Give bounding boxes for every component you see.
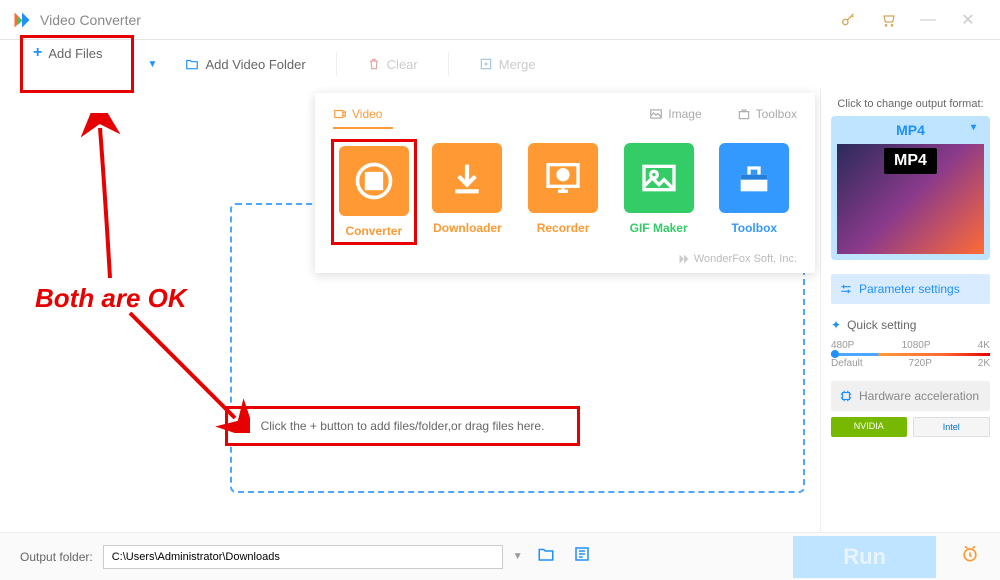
image-icon [649, 107, 663, 121]
nvidia-badge: NVIDIA [831, 417, 907, 437]
plus-icon: + [33, 44, 42, 62]
format-name: MP4 [837, 122, 984, 138]
merge-icon [479, 57, 493, 71]
tool-gif-maker[interactable]: GIF Maker [616, 143, 702, 241]
clear-button[interactable]: Clear [353, 49, 432, 80]
chip-icon [839, 389, 853, 403]
cart-icon[interactable] [868, 5, 908, 35]
tool-panel: Video Image Toolbox Converter [315, 93, 815, 273]
tab-toolbox[interactable]: Toolbox [737, 107, 797, 127]
key-icon[interactable] [828, 5, 868, 35]
sliders-icon [839, 282, 853, 296]
output-folder-input[interactable] [103, 545, 503, 569]
folder-icon [185, 57, 199, 71]
tool-converter[interactable]: Converter [331, 139, 417, 245]
timer-button[interactable] [960, 544, 980, 569]
close-button[interactable]: ✕ [948, 5, 988, 35]
add-files-dropdown[interactable]: ▼ [148, 59, 158, 70]
minimize-button[interactable]: — [908, 5, 948, 35]
add-video-folder-button[interactable]: Add Video Folder [171, 49, 319, 80]
tool-downloader[interactable]: Downloader [425, 143, 511, 241]
quick-setting-label: ✦ Quick setting [831, 318, 990, 332]
tab-video[interactable]: Video [333, 107, 382, 127]
hardware-acceleration-button[interactable]: Hardware acceleration [831, 381, 990, 411]
trash-icon [367, 57, 381, 71]
tool-recorder[interactable]: Recorder [520, 143, 606, 241]
add-files-button[interactable]: + Add Files [20, 35, 134, 93]
run-button[interactable]: Run [793, 536, 936, 578]
app-logo-icon [12, 10, 32, 30]
company-icon [678, 253, 690, 265]
output-folder-label: Output folder: [20, 550, 93, 564]
merge-button[interactable]: Merge [465, 49, 550, 80]
output-format-selector[interactable]: MP4 MP4 [831, 116, 990, 260]
tool-panel-footer: WonderFox Soft, Inc. [333, 253, 797, 265]
browse-folder-button[interactable] [533, 541, 559, 572]
tool-toolbox[interactable]: Toolbox [711, 143, 797, 241]
app-title: Video Converter [40, 12, 828, 28]
format-label: Click to change output format: [831, 98, 990, 110]
dropzone-instruction: Click the + button to add files/folder,o… [225, 406, 580, 446]
tab-image[interactable]: Image [649, 107, 701, 127]
quality-slider[interactable]: 480P 1080P 4K Default 720P 2K [831, 340, 990, 369]
video-icon [333, 107, 347, 121]
annotation-arrow-up [70, 113, 150, 283]
open-folder-button[interactable] [569, 541, 595, 572]
toolbox-icon [737, 107, 751, 121]
format-preview: MP4 [837, 144, 984, 254]
intel-badge: Intel [913, 417, 991, 437]
annotation-text: Both are OK [35, 283, 187, 314]
parameter-settings-button[interactable]: Parameter settings [831, 274, 990, 304]
